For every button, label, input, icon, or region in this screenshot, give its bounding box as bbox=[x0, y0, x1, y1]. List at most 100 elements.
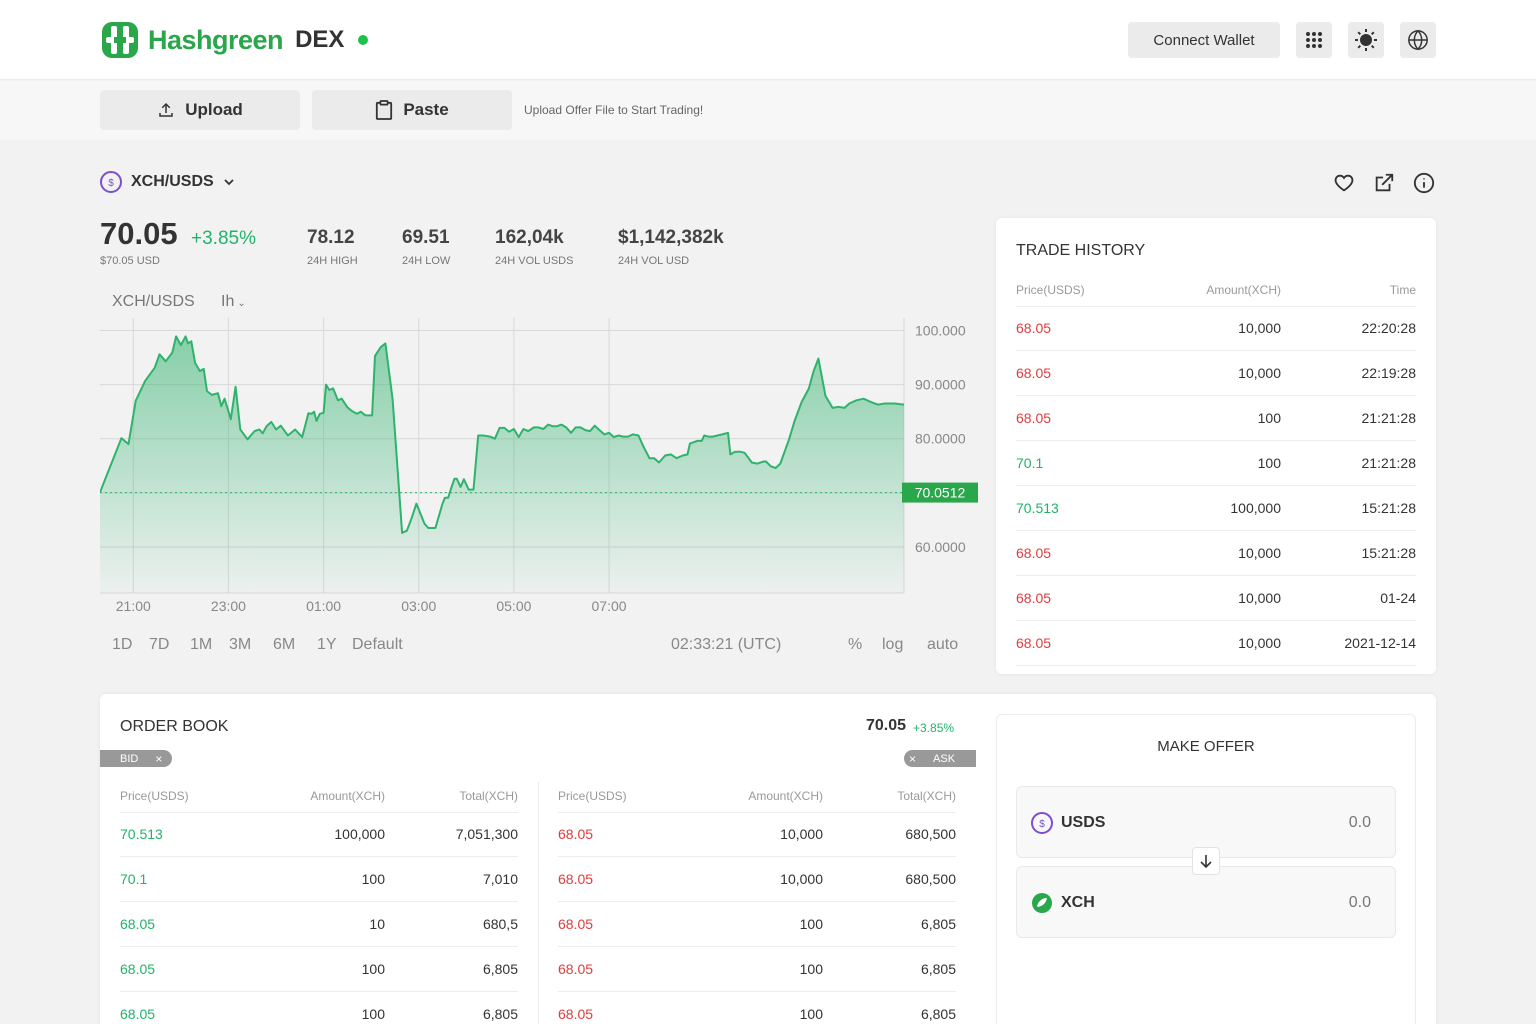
heart-icon[interactable] bbox=[1333, 172, 1355, 194]
ask-row[interactable]: 68.05 10,000 680,500 bbox=[558, 812, 956, 857]
bid-row[interactable]: 68.05 10 680,5 bbox=[120, 902, 518, 947]
bid-row[interactable]: 70.1 100 7,010 bbox=[120, 857, 518, 902]
bid-chip[interactable]: BID × bbox=[100, 750, 172, 767]
order-total: 6,805 bbox=[482, 961, 518, 977]
trade-price: 68.05 bbox=[1016, 590, 1052, 606]
sun-theme-icon bbox=[1355, 29, 1377, 51]
order-total: 6,805 bbox=[920, 1006, 956, 1022]
bid-chip-close-icon[interactable]: × bbox=[155, 752, 162, 766]
trade-amount: 100 bbox=[1257, 455, 1281, 471]
y-tick-label: 80.0000 bbox=[915, 431, 966, 447]
upload-button[interactable]: Upload bbox=[100, 90, 300, 130]
trade-time: 21:21:28 bbox=[1361, 455, 1417, 471]
theme-toggle-button[interactable] bbox=[1348, 22, 1384, 58]
trade-price: 68.05 bbox=[1016, 545, 1052, 561]
trade-row: 70.1 100 21:21:28 bbox=[1016, 441, 1416, 486]
ask-row[interactable]: 68.05 100 6,805 bbox=[558, 947, 956, 992]
order-total: 6,805 bbox=[920, 961, 956, 977]
trade-time: 2021-12-14 bbox=[1344, 635, 1416, 651]
bid-row[interactable]: 68.05 100 6,805 bbox=[120, 992, 518, 1024]
trade-price: 68.05 bbox=[1016, 365, 1052, 381]
y-tick-label: 100.000 bbox=[915, 322, 966, 338]
range-1y[interactable]: 1Y bbox=[317, 636, 337, 654]
chevron-down-icon bbox=[224, 179, 234, 186]
th-time-header: Time bbox=[1389, 283, 1416, 297]
x-tick-label: 21:00 bbox=[116, 598, 151, 614]
usds-coin-icon: $ bbox=[1031, 812, 1053, 834]
apps-button[interactable] bbox=[1296, 22, 1332, 58]
svg-text:$: $ bbox=[1039, 819, 1045, 830]
bid-row[interactable]: 70.513 100,000 7,051,300 bbox=[120, 812, 518, 857]
external-link-icon[interactable] bbox=[1373, 172, 1395, 194]
range-1m[interactable]: 1M bbox=[190, 636, 212, 654]
bid-row[interactable]: 68.05 100 6,805 bbox=[120, 947, 518, 992]
ask-row[interactable]: 68.05 100 6,805 bbox=[558, 902, 956, 947]
order-amount: 100 bbox=[361, 871, 385, 887]
order-amount: 100 bbox=[361, 1006, 385, 1022]
svg-text:$: $ bbox=[108, 178, 114, 189]
offer-to-amount[interactable]: 0.0 bbox=[1349, 894, 1371, 912]
interval-chevron-icon: ⌄ bbox=[237, 298, 246, 309]
ask-row[interactable]: 68.05 10,000 680,500 bbox=[558, 857, 956, 902]
make-offer-title: MAKE OFFER bbox=[1157, 738, 1255, 755]
range-default[interactable]: Default bbox=[352, 636, 403, 654]
order-price: 68.05 bbox=[558, 826, 594, 842]
book-divider bbox=[538, 782, 539, 1024]
x-tick-label: 07:00 bbox=[592, 598, 627, 614]
trade-row: 68.05 10,000 01-24 bbox=[1016, 576, 1416, 621]
trade-amount: 10,000 bbox=[1238, 590, 1281, 606]
ask-total-header: Total(XCH) bbox=[897, 789, 956, 803]
paste-button[interactable]: Paste bbox=[312, 90, 512, 130]
bid-total-header: Total(XCH) bbox=[459, 789, 518, 803]
bid-amount-header: Amount(XCH) bbox=[310, 789, 385, 803]
language-button[interactable] bbox=[1400, 22, 1436, 58]
stat-vol-usds-label: 24H VOL USDS bbox=[495, 255, 574, 267]
range-3m[interactable]: 3M bbox=[229, 636, 251, 654]
price-change: +3.85% bbox=[191, 228, 256, 249]
trade-time: 01-24 bbox=[1380, 590, 1416, 606]
logo-suffix: DEX bbox=[295, 26, 345, 53]
ask-chip-close-icon[interactable]: × bbox=[909, 752, 916, 766]
th-price-header: Price(USDS) bbox=[1016, 283, 1085, 297]
order-price: 68.05 bbox=[558, 1006, 594, 1022]
last-price: 70.05 bbox=[100, 216, 178, 251]
swap-direction-button[interactable] bbox=[1192, 847, 1220, 875]
interval-label: Ih bbox=[221, 293, 235, 310]
trade-amount: 10,000 bbox=[1238, 365, 1281, 381]
trade-time: 15:21:28 bbox=[1361, 500, 1417, 516]
last-price-tag-label: 70.0512 bbox=[915, 485, 966, 501]
logo[interactable]: Hashgreen DEX bbox=[100, 20, 369, 60]
info-icon[interactable] bbox=[1413, 172, 1435, 194]
order-amount: 100 bbox=[799, 916, 823, 932]
connect-wallet-button[interactable]: Connect Wallet bbox=[1128, 22, 1280, 58]
trade-amount: 100 bbox=[1257, 410, 1281, 426]
trade-price: 68.05 bbox=[1016, 635, 1052, 651]
log-scale-toggle[interactable]: log bbox=[882, 636, 903, 654]
pair-selector[interactable]: $ XCH/USDS bbox=[100, 171, 236, 193]
stat-low-value: 69.51 bbox=[402, 227, 450, 248]
range-6m[interactable]: 6M bbox=[273, 636, 295, 654]
interval-selector[interactable]: Ih ⌄ bbox=[221, 293, 246, 311]
order-amount: 10,000 bbox=[780, 871, 823, 887]
offer-to-field[interactable]: XCH 0.0 bbox=[1016, 866, 1396, 938]
th-amount-header: Amount(XCH) bbox=[1206, 283, 1281, 297]
y-tick-label: 90.0000 bbox=[915, 377, 966, 393]
trade-history-panel: TRADE HISTORY Price(USDS) Amount(XCH) Ti… bbox=[996, 218, 1436, 674]
auto-scale-toggle[interactable]: auto bbox=[927, 636, 958, 654]
trade-price: 68.05 bbox=[1016, 410, 1052, 426]
price-chart[interactable]: 100.00090.000080.000070.000060.000021:00… bbox=[100, 318, 980, 618]
ask-chip[interactable]: × ASK bbox=[904, 750, 976, 767]
order-price: 68.05 bbox=[120, 1006, 156, 1022]
range-7d[interactable]: 7D bbox=[149, 636, 169, 654]
trade-time: 21:21:28 bbox=[1361, 410, 1417, 426]
order-price: 70.513 bbox=[120, 826, 163, 842]
percent-scale-toggle[interactable]: % bbox=[848, 636, 862, 654]
offer-from-amount[interactable]: 0.0 bbox=[1349, 814, 1371, 832]
order-price: 68.05 bbox=[558, 961, 594, 977]
utc-clock: 02:33:21 (UTC) bbox=[671, 636, 782, 653]
x-tick-label: 03:00 bbox=[401, 598, 436, 614]
range-1d[interactable]: 1D bbox=[112, 636, 132, 654]
order-book-title: ORDER BOOK bbox=[120, 718, 229, 735]
ask-row[interactable]: 68.05 100 6,805 bbox=[558, 992, 956, 1024]
trade-row: 68.05 10,000 22:20:28 bbox=[1016, 306, 1416, 351]
